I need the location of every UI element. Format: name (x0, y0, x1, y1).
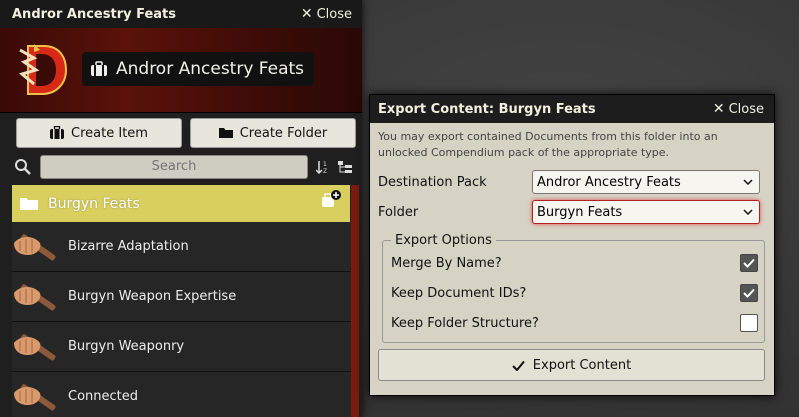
compendium-window: Andror Ancestry Feats ✕ Close Andror Anc… (0, 0, 362, 417)
close-icon: ✕ (300, 6, 313, 22)
list-item[interactable]: Connected (12, 372, 351, 417)
export-dialog: Export Content: Burgyn Feats ✕ Close You… (369, 94, 775, 396)
banner-title-box: Andror Ancestry Feats (82, 52, 315, 86)
create-folder-label: Create Folder (239, 125, 328, 141)
compendium-title: Andror Ancestry Feats (12, 6, 176, 22)
fist-weapon-icon (12, 272, 60, 321)
folder-row[interactable]: Burgyn Feats (12, 185, 350, 222)
fist-weapon-icon (12, 372, 60, 417)
close-icon: ✕ (712, 101, 725, 117)
compendium-banner: Andror Ancestry Feats (0, 28, 362, 113)
banner-title-text: Andror Ancestry Feats (116, 59, 305, 79)
destination-row: Destination Pack Andror Ancestry Feats (378, 167, 765, 197)
dialog-hint: You may export contained Documents from … (378, 130, 718, 159)
dialog-body: You may export contained Documents from … (370, 123, 774, 381)
create-folder-button[interactable]: Create Folder (190, 118, 356, 148)
list-item[interactable]: Bizarre Adaptation (12, 222, 351, 272)
list-item[interactable]: Burgyn Weapon Expertise (12, 272, 351, 322)
export-content-label: Export Content (532, 357, 632, 373)
dialog-header: Export Content: Burgyn Feats ✕ Close (370, 95, 774, 123)
briefcase-icon (50, 126, 65, 139)
folder-label: Folder (378, 204, 419, 220)
search-row: 1 Z (0, 148, 362, 180)
create-item-label: Create Item (71, 125, 148, 141)
action-bar: Create Item Create Folder (0, 113, 362, 148)
folder-name: Burgyn Feats (48, 195, 140, 212)
dialog-close-button[interactable]: ✕ Close (713, 101, 764, 117)
check-icon (512, 360, 525, 371)
create-item-button[interactable]: Create Item (16, 118, 182, 148)
dialog-title: Export Content: Burgyn Feats (378, 101, 596, 117)
item-label: Burgyn Weaponry (68, 339, 185, 354)
dnd-logo-icon (18, 44, 68, 95)
folder-open-icon (20, 197, 38, 210)
destination-value: Andror Ancestry Feats (537, 174, 681, 190)
folder-icon (218, 128, 233, 138)
option-label: Keep Document IDs? (391, 285, 527, 301)
chevron-down-icon (743, 209, 753, 215)
export-options-legend: Export Options (395, 233, 492, 248)
merge-by-name-checkbox[interactable] (740, 254, 758, 272)
list-item[interactable]: Burgyn Weaponry (12, 322, 351, 372)
fist-weapon-icon (12, 222, 60, 271)
export-options-fieldset: Export Options Merge By Name? Keep Docum… (382, 233, 765, 343)
keep-document-ids-checkbox[interactable] (740, 284, 758, 302)
item-label: Burgyn Weapon Expertise (68, 289, 237, 304)
create-entry-in-folder-icon[interactable] (320, 189, 342, 211)
destination-pack-select[interactable]: Andror Ancestry Feats (532, 170, 760, 194)
compendium-header: Andror Ancestry Feats ✕ Close (0, 0, 362, 28)
check-icon (743, 258, 755, 268)
item-list: Bizarre Adaptation Burgyn Weapon Experti… (12, 222, 351, 417)
folder-select-row: Folder Burgyn Feats (378, 197, 765, 227)
option-label: Keep Folder Structure? (391, 315, 539, 331)
close-label: Close (728, 101, 764, 117)
keep-folder-structure-checkbox[interactable] (740, 314, 758, 332)
close-label: Close (316, 6, 352, 22)
option-label: Merge By Name? (391, 255, 502, 271)
option-keep-folder-structure: Keep Folder Structure? (391, 308, 758, 338)
collapse-folders-icon[interactable] (338, 160, 352, 174)
folder-value: Burgyn Feats (537, 204, 623, 220)
svg-text:Z: Z (323, 168, 327, 174)
compendium-close-button[interactable]: ✕ Close (301, 6, 352, 22)
export-content-button[interactable]: Export Content (378, 349, 765, 381)
folder-side-bar (351, 185, 359, 417)
item-label: Connected (68, 389, 139, 404)
fist-weapon-icon (12, 322, 60, 371)
chevron-down-icon (743, 179, 753, 185)
folder-select[interactable]: Burgyn Feats (532, 200, 760, 224)
search-icon (15, 159, 31, 175)
destination-label: Destination Pack (378, 174, 487, 190)
option-keep-document-ids: Keep Document IDs? (391, 278, 758, 308)
search-input[interactable] (40, 155, 308, 179)
svg-text:1: 1 (323, 161, 327, 168)
check-icon (743, 288, 755, 298)
option-merge-by-name: Merge By Name? (391, 248, 758, 278)
item-label: Bizarre Adaptation (68, 239, 189, 254)
briefcase-icon (91, 61, 107, 76)
sort-icon[interactable]: 1 Z (316, 160, 330, 174)
